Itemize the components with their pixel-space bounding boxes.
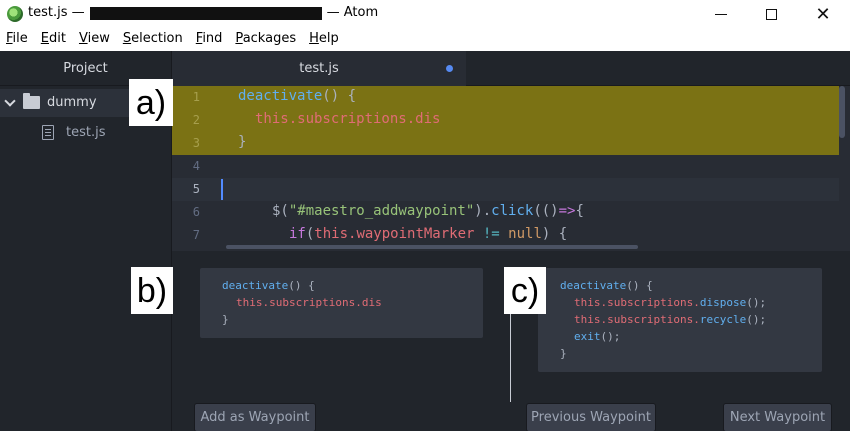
- menu-find[interactable]: Find: [190, 29, 230, 51]
- menu-bar: File Edit View Selection Find Packages H…: [0, 29, 850, 51]
- modified-indicator-icon[interactable]: [446, 65, 453, 72]
- file-label: test.js: [66, 125, 106, 140]
- code-editor[interactable]: 1 2 3 4 5 6 7 deactivate() { this.subscr…: [172, 86, 850, 251]
- code-line-1: deactivate() {: [238, 88, 357, 104]
- snippet-waypoint: deactivate() { this.subscriptions.dispos…: [538, 268, 822, 372]
- figure-label-c: c): [504, 267, 546, 314]
- snippet-current: deactivate() { this.subscriptions.dis }: [200, 268, 483, 338]
- code-line-2: this.subscriptions.dis: [255, 111, 441, 127]
- tab-test-js[interactable]: test.js: [172, 51, 466, 86]
- redacted-path: [89, 7, 322, 20]
- menu-view[interactable]: View: [73, 29, 117, 51]
- window-title-suffix: — Atom: [326, 5, 379, 20]
- code-line-7: if(this.waypointMarker != null) {: [289, 226, 568, 242]
- line-number: 4: [192, 159, 200, 173]
- code-line-6: $("#maestro_addwaypoint").click(()=>{: [272, 203, 584, 219]
- menu-file[interactable]: File: [0, 29, 35, 51]
- folder-label: dummy: [47, 95, 97, 110]
- previous-waypoint-button[interactable]: Previous Waypoint: [526, 403, 656, 431]
- minimize-button[interactable]: [696, 0, 746, 29]
- window-title-prefix: test.js —: [28, 5, 85, 20]
- maximize-button[interactable]: [746, 0, 796, 29]
- close-icon: ✕: [815, 3, 831, 25]
- menu-packages[interactable]: Packages: [229, 29, 303, 51]
- line-number: 5: [192, 182, 200, 196]
- tab-bar: test.js: [172, 51, 850, 86]
- next-waypoint-button[interactable]: Next Waypoint: [723, 403, 832, 431]
- figure-label-b: b): [131, 267, 173, 314]
- maximize-icon: [765, 9, 777, 20]
- cursor-line: [172, 178, 839, 201]
- line-number: 7: [192, 228, 200, 242]
- line-number: 6: [192, 205, 200, 219]
- close-button[interactable]: ✕: [798, 0, 848, 29]
- code-line-3: }: [238, 134, 247, 150]
- title-bar: test.js — — Atom ✕: [0, 0, 850, 29]
- atom-logo-icon: [7, 6, 23, 22]
- chevron-down-icon[interactable]: [4, 95, 16, 107]
- folder-icon: [23, 93, 40, 109]
- horizontal-scrollbar[interactable]: [226, 245, 638, 249]
- minimize-icon: [715, 14, 727, 15]
- text-cursor: [221, 179, 223, 200]
- menu-help[interactable]: Help: [303, 29, 346, 51]
- window-title: test.js — — Atom: [28, 5, 378, 20]
- menu-edit[interactable]: Edit: [35, 29, 73, 51]
- file-text-icon: [42, 125, 54, 140]
- line-number: 3: [192, 136, 200, 150]
- add-waypoint-button[interactable]: Add as Waypoint: [194, 403, 316, 431]
- line-number: 2: [192, 113, 200, 127]
- menu-selection[interactable]: Selection: [117, 29, 190, 51]
- vertical-scrollbar[interactable]: [839, 86, 845, 138]
- figure-label-a: a): [129, 79, 173, 126]
- tab-label: test.js: [299, 61, 339, 76]
- line-number: 1: [192, 90, 200, 104]
